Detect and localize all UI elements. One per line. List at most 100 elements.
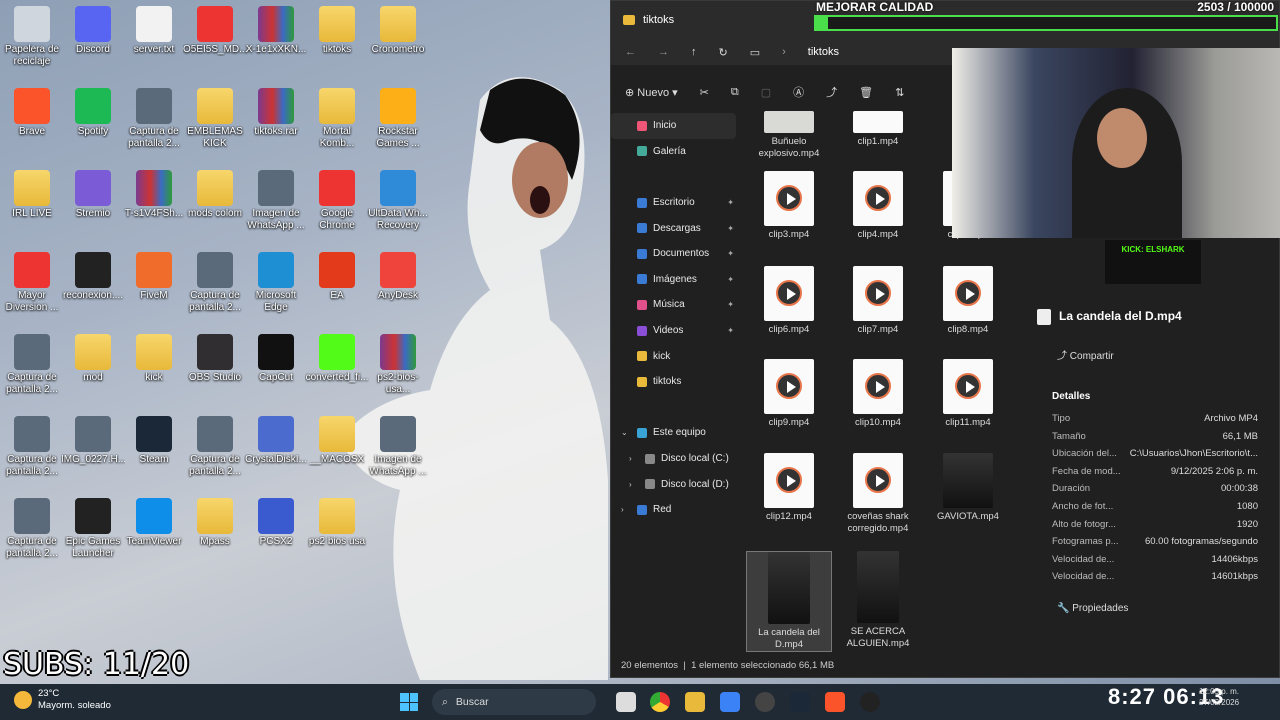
- desktop-icon[interactable]: TeamViewer: [122, 498, 186, 548]
- desktop-icon[interactable]: kick: [122, 334, 186, 384]
- desktop-icon[interactable]: X-1e1xXKN...: [244, 6, 308, 56]
- desktop-icon[interactable]: Steam: [122, 416, 186, 466]
- sidebar-item[interactable]: › Disco local (C:): [611, 446, 736, 472]
- breadcrumb[interactable]: tiktoks: [808, 46, 839, 58]
- desktop-icon[interactable]: OBS Studio: [183, 334, 247, 384]
- desktop-icon[interactable]: Mortal Komb...: [305, 88, 369, 150]
- chevron-down-icon[interactable]: ⌄: [621, 428, 628, 437]
- file-item[interactable]: clip10.mp4: [835, 359, 921, 429]
- sidebar-item[interactable]: › Disco local (D:): [611, 471, 736, 497]
- file-explorer-icon[interactable]: [685, 692, 705, 712]
- desktop-icon[interactable]: Brave: [0, 88, 64, 138]
- desktop-icon[interactable]: Cronometro: [366, 6, 430, 56]
- file-item[interactable]: La candela del D.mp4: [746, 551, 832, 652]
- desktop-icon[interactable]: reconexion....: [61, 252, 125, 302]
- sidebar-item[interactable]: Galería: [611, 139, 736, 165]
- back-arrow-icon[interactable]: ←: [625, 46, 636, 58]
- file-item[interactable]: clip12.mp4: [746, 453, 832, 523]
- file-item[interactable]: clip3.mp4: [746, 171, 832, 241]
- file-item[interactable]: clip4.mp4: [835, 171, 921, 241]
- desktop-icon[interactable]: EMBLEMAS KICK: [183, 88, 247, 150]
- desktop-icon[interactable]: Captura de pantalla 2...: [122, 88, 186, 150]
- forward-arrow-icon[interactable]: →: [658, 46, 669, 58]
- share-button[interactable]: ⤴ Compartir: [1057, 347, 1114, 362]
- capcut-icon[interactable]: [860, 692, 880, 712]
- sidebar-item[interactable]: Videos ✦: [611, 318, 736, 344]
- desktop-icon[interactable]: Google Chrome: [305, 170, 369, 232]
- desktop-icon[interactable]: Imagen de WhatsApp ...: [366, 416, 430, 478]
- desktop-icon[interactable]: Captura de pantalla 2...: [0, 498, 64, 560]
- desktop-icon[interactable]: Spotify: [61, 88, 125, 138]
- desktop-icon[interactable]: O5EI5S_MD...: [183, 6, 247, 56]
- weather-widget[interactable]: 23°C Mayorm. soleado: [14, 688, 111, 712]
- search-box[interactable]: ⌕ Buscar: [432, 689, 596, 715]
- desktop-icon[interactable]: Captura de pantalla 2...: [0, 416, 64, 478]
- sidebar-item[interactable]: kick: [611, 343, 736, 369]
- desktop-icon[interactable]: Epic Games Launcher: [61, 498, 125, 560]
- sidebar-item[interactable]: Documentos ✦: [611, 241, 736, 267]
- file-item[interactable]: SE ACERCA ALGUIEN.mp4: [835, 551, 921, 650]
- chevron-right-icon[interactable]: ›: [621, 505, 624, 514]
- desktop-icon[interactable]: mod: [61, 334, 125, 384]
- share-icon[interactable]: ⤴: [826, 84, 837, 100]
- task-view-icon[interactable]: [616, 692, 636, 712]
- desktop-icon[interactable]: Imagen de WhatsApp ...: [244, 170, 308, 232]
- system-clock[interactable]: 12:05 p. m. 27/02/2026: [1199, 686, 1239, 708]
- chrome-icon[interactable]: [650, 692, 670, 712]
- sidebar-item[interactable]: Escritorio ✦: [611, 190, 736, 216]
- desktop-icon[interactable]: T-s1V4FSh...: [122, 170, 186, 220]
- chevron-right-icon[interactable]: ›: [629, 454, 632, 463]
- desktop-icon[interactable]: tiktoks: [305, 6, 369, 56]
- desktop-icon[interactable]: PCSX2: [244, 498, 308, 548]
- desktop-icon[interactable]: CrystalDiskI...: [244, 416, 308, 466]
- sidebar-item[interactable]: Imágenes ✦: [611, 267, 736, 293]
- desktop-icon[interactable]: Discord: [61, 6, 125, 56]
- file-item[interactable]: clip6.mp4: [746, 266, 832, 336]
- desktop-icon[interactable]: Papelera de reciclaje: [0, 6, 64, 68]
- file-item[interactable]: clip8.mp4: [925, 266, 1011, 336]
- refresh-icon[interactable]: ↻: [719, 46, 728, 59]
- rename-icon[interactable]: Ⓐ: [793, 84, 804, 100]
- new-button[interactable]: ⊕ Nuevo ▾: [625, 86, 678, 99]
- desktop-icon[interactable]: Captura de pantalla 2...: [183, 252, 247, 314]
- paste-icon[interactable]: ▢: [761, 86, 771, 99]
- desktop-icon[interactable]: Mayor Diversion ...: [0, 252, 64, 314]
- desktop-icon[interactable]: Mpass: [183, 498, 247, 548]
- desktop-icon[interactable]: __MACOSX: [305, 416, 369, 466]
- sidebar-item[interactable]: Descargas ✦: [611, 215, 736, 241]
- sidebar-item[interactable]: tiktoks: [611, 369, 736, 395]
- desktop-icon[interactable]: Microsoft Edge: [244, 252, 308, 314]
- properties-button[interactable]: 🔧 Propiedades: [1057, 603, 1128, 614]
- desktop-icon[interactable]: ps2-bios-usa...: [366, 334, 430, 396]
- desktop-icon[interactable]: mods colom: [183, 170, 247, 220]
- desktop-icon[interactable]: UltData Wh... Recovery: [366, 170, 430, 232]
- file-item[interactable]: clip7.mp4: [835, 266, 921, 336]
- cut-icon[interactable]: ✂: [700, 86, 709, 99]
- monitor-icon[interactable]: ▭: [750, 46, 760, 59]
- sort-icon[interactable]: ⇅: [895, 86, 904, 99]
- file-item[interactable]: clip11.mp4: [925, 359, 1011, 429]
- steam-icon[interactable]: [790, 692, 810, 712]
- desktop-icon[interactable]: IMG_0227.H...: [61, 416, 125, 466]
- copy-icon[interactable]: ⧉: [731, 86, 739, 99]
- file-item[interactable]: coveñas shark corregido.mp4: [835, 453, 921, 535]
- sidebar-item[interactable]: Música ✦: [611, 292, 736, 318]
- up-arrow-icon[interactable]: ↑: [691, 46, 697, 58]
- desktop-icon[interactable]: Captura de pantalla 2...: [0, 334, 64, 396]
- desktop-icon[interactable]: EA: [305, 252, 369, 302]
- desktop-icon[interactable]: IRL LIVE: [0, 170, 64, 220]
- desktop-icon[interactable]: tiktoks.rar: [244, 88, 308, 138]
- obs-icon[interactable]: [755, 692, 775, 712]
- desktop-icon[interactable]: server.txt: [122, 6, 186, 56]
- desktop-icon[interactable]: AnyDesk: [366, 252, 430, 302]
- windows-start-icon[interactable]: [400, 693, 418, 711]
- sidebar-item[interactable]: › Red: [611, 497, 736, 523]
- desktop-icon[interactable]: Stremio: [61, 170, 125, 220]
- file-item[interactable]: clip1.mp4: [835, 111, 921, 148]
- sidebar-item[interactable]: ⌄ Este equipo: [611, 420, 736, 446]
- desktop-icon[interactable]: FiveM: [122, 252, 186, 302]
- desktop-icon[interactable]: CapCut: [244, 334, 308, 384]
- desktop-icon[interactable]: Captura de pantalla 2...: [183, 416, 247, 478]
- delete-icon[interactable]: 🗑: [859, 86, 873, 99]
- app-icon[interactable]: [720, 692, 740, 712]
